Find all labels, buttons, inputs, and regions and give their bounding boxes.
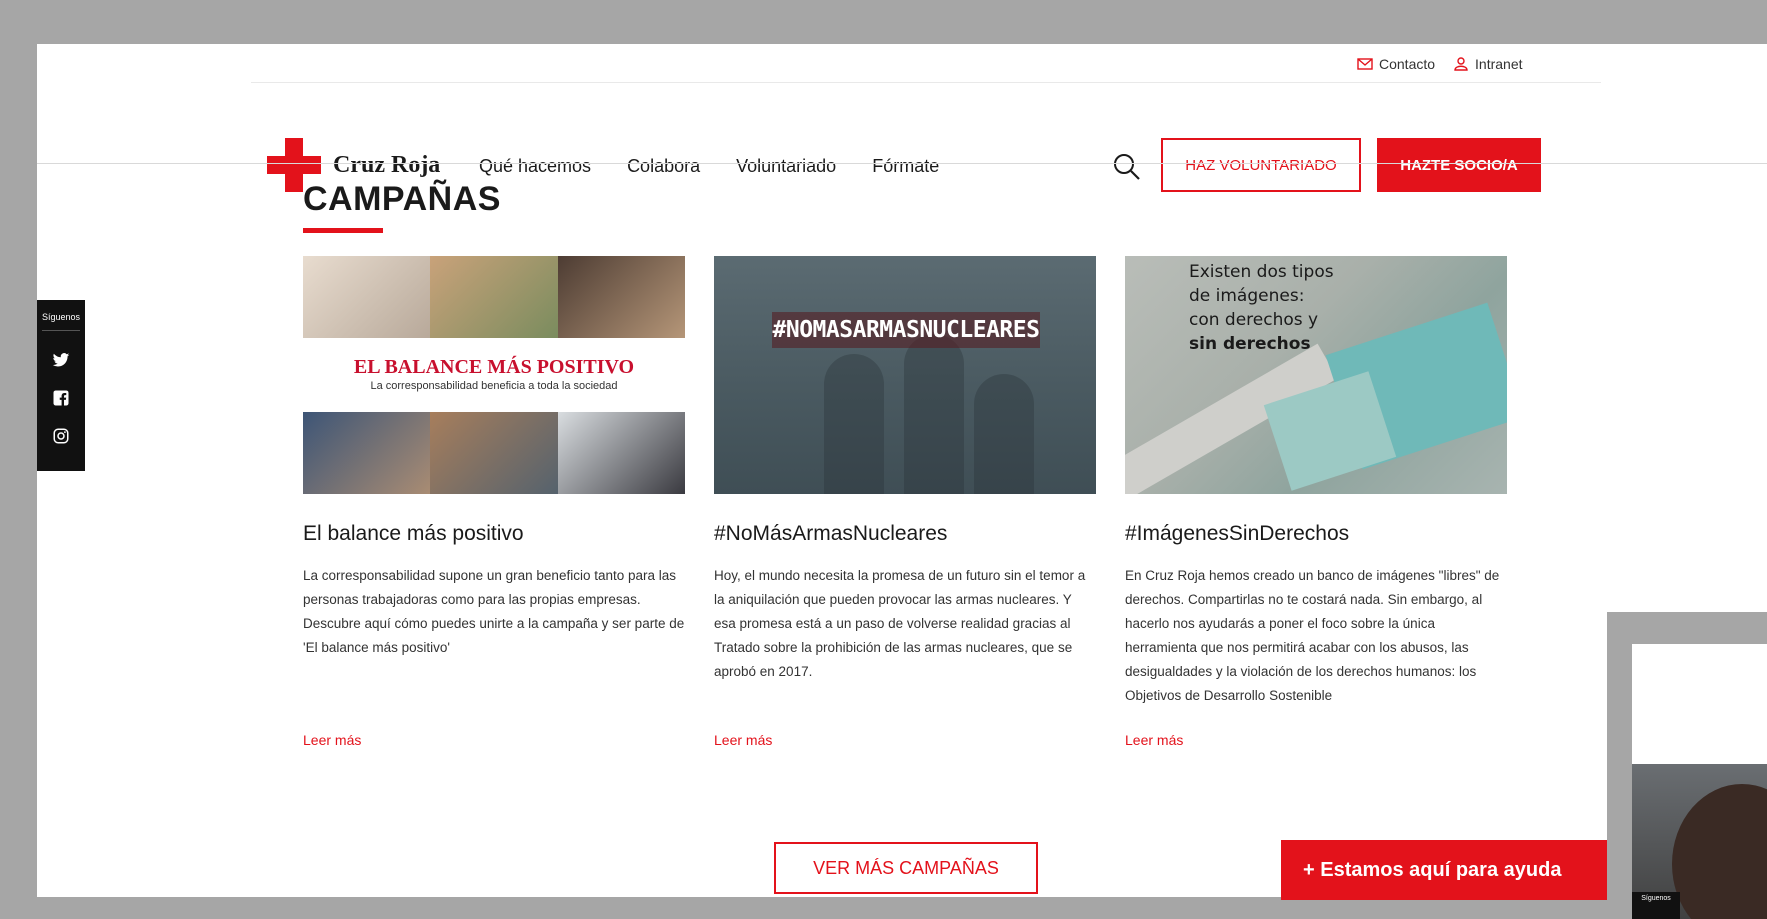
instagram-icon (53, 428, 69, 444)
campaign-description: La corresponsabilidad supone un gran ben… (303, 568, 685, 655)
photo-strip-bottom (303, 412, 685, 494)
page-frame: Contacto Intranet Cruz Roja Qué hacemos … (37, 44, 1767, 897)
utility-divider (251, 82, 1601, 83)
utility-links: Contacto Intranet (1357, 56, 1523, 72)
thumbnail-preview: Síguenos (1632, 644, 1767, 919)
campaign-title[interactable]: El balance más positivo (303, 522, 685, 546)
photo-family-kitchen (430, 256, 558, 338)
read-more-link[interactable]: Leer más (714, 732, 1096, 748)
thumbnail-social-label: Síguenos (1632, 892, 1680, 919)
nav-item-voluntariado[interactable]: Voluntariado (736, 156, 836, 177)
main-header: Cruz Roja Qué hacemos Colabora Voluntari… (37, 94, 1767, 204)
facebook-icon (53, 390, 69, 406)
intranet-link[interactable]: Intranet (1453, 56, 1523, 72)
contact-label: Contacto (1379, 56, 1436, 72)
main-nav: Qué hacemos Colabora Voluntariado Fórmat… (479, 156, 939, 177)
intranet-label: Intranet (1475, 56, 1523, 72)
twitter-icon (52, 353, 70, 367)
overlay-line: de imágenes: (1189, 286, 1305, 306)
header-divider (37, 163, 1767, 164)
facebook-link[interactable] (37, 379, 85, 417)
more-campaigns-button[interactable]: VER MÁS CAMPAÑAS (774, 842, 1038, 894)
section-title: CAMPAÑAS (303, 180, 501, 218)
mail-icon (1357, 58, 1373, 70)
campaign-card-nuclear: #NOMASARMASNUCLEARES #NoMásArmasNucleare… (714, 256, 1096, 748)
silhouette-figure (824, 354, 884, 494)
campaign-card-balance: EL BALANCE MÁS POSITIVO La corresponsabi… (303, 256, 685, 748)
silhouette-figure (974, 374, 1034, 494)
become-member-button[interactable]: HAZTE SOCIO/A (1377, 138, 1541, 192)
twitter-link[interactable] (37, 341, 85, 379)
read-more-link[interactable]: Leer más (1125, 732, 1507, 748)
photo-baby (303, 256, 431, 338)
overlay-line: Existen dos tipos (1189, 262, 1334, 282)
photo-family-table (430, 412, 558, 494)
campaign-image-aerial[interactable]: Existen dos tipos de imágenes: con derec… (1125, 256, 1507, 494)
instagram-link[interactable] (37, 417, 85, 455)
help-chat-button[interactable]: + Estamos aquí para ayuda (1281, 840, 1621, 900)
photo-office (557, 412, 685, 494)
campaign-image-nuclear[interactable]: #NOMASARMASNUCLEARES (714, 256, 1096, 494)
overlay-bold-line: sin derechos (1189, 334, 1311, 354)
search-icon (1114, 154, 1140, 180)
image-hashtag: #NOMASARMASNUCLEARES (772, 312, 1040, 348)
campaign-description: En Cruz Roja hemos creado un banco de im… (1125, 568, 1500, 703)
nav-item-formate[interactable]: Fórmate (872, 156, 939, 177)
campaign-title[interactable]: #NoMásArmasNucleares (714, 522, 1096, 546)
campaign-card-images: Existen dos tipos de imágenes: con derec… (1125, 256, 1507, 748)
image-overlay-text: Existen dos tipos de imágenes: con derec… (1189, 260, 1334, 356)
campaign-description: Hoy, el mundo necesita la promesa de un … (714, 568, 1086, 679)
social-divider (42, 330, 80, 331)
read-more-link[interactable]: Leer más (303, 732, 685, 748)
image-banner-subtitle: La corresponsabilidad beneficia a toda l… (370, 380, 618, 392)
photo-cook (557, 256, 685, 338)
title-underline (303, 228, 383, 233)
user-icon (1454, 57, 1468, 71)
social-label: Síguenos (41, 312, 81, 322)
campaign-title[interactable]: #ImágenesSinDerechos (1125, 522, 1507, 546)
image-banner-title: EL BALANCE MÁS POSITIVO (353, 356, 635, 378)
nav-item-que-hacemos[interactable]: Qué hacemos (479, 156, 591, 177)
volunteer-button[interactable]: HAZ VOLUNTARIADO (1161, 138, 1361, 192)
silhouette-figure (904, 334, 964, 494)
photo-strip-top (303, 256, 685, 338)
overlay-line: con derechos y (1189, 310, 1319, 330)
campaign-image-balance[interactable]: EL BALANCE MÁS POSITIVO La corresponsabi… (303, 256, 685, 494)
logo-text: Cruz Roja (333, 151, 441, 178)
search-button[interactable] (1112, 152, 1142, 182)
social-sidebar: Síguenos (37, 300, 85, 471)
contact-link[interactable]: Contacto (1357, 56, 1435, 72)
nav-item-colabora[interactable]: Colabora (627, 156, 700, 177)
photo-hands (303, 412, 431, 494)
